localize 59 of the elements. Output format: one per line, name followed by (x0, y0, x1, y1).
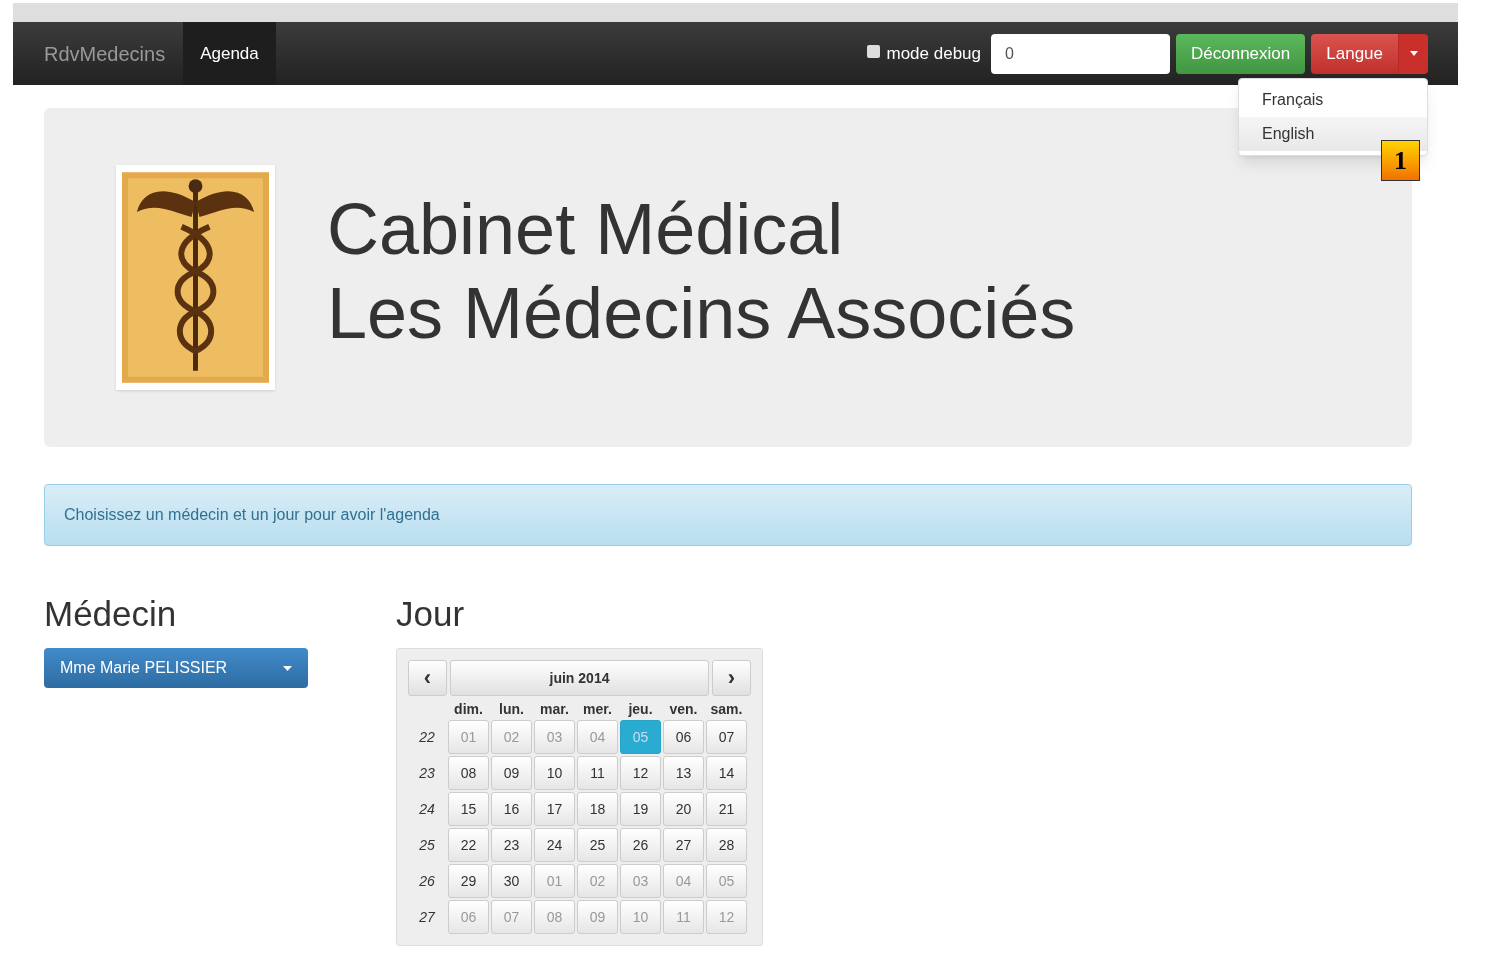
day-button[interactable]: 29 (448, 864, 489, 898)
day-button[interactable]: 12 (620, 756, 661, 790)
dropdown-toggle[interactable] (1398, 33, 1428, 74)
weekday-label: ven. (668, 700, 699, 719)
day-button[interactable]: 20 (663, 792, 704, 826)
previous-month-button[interactable]: ‹ (408, 660, 447, 696)
brand-link[interactable]: RdvMedecins (44, 38, 166, 69)
day-button[interactable]: 15 (448, 792, 489, 826)
day-button[interactable]: 23 (491, 828, 532, 862)
week-number: 25 (418, 835, 436, 855)
day-button[interactable]: 10 (534, 756, 575, 790)
day-button[interactable]: 30 (491, 864, 532, 898)
week-number: 23 (418, 763, 436, 783)
day-button[interactable]: 26 (620, 828, 661, 862)
debug-label: mode debug (886, 42, 981, 65)
menu-item[interactable]: English (1239, 116, 1427, 151)
day-button[interactable]: 14 (706, 756, 747, 790)
nav-link[interactable]: Agenda (183, 22, 276, 85)
day-button[interactable]: 09 (491, 756, 532, 790)
weekday-label: lun. (498, 700, 525, 719)
day-button[interactable]: 16 (491, 792, 532, 826)
jumbotron-title: Cabinet Médical (327, 187, 845, 271)
next-month-button[interactable]: › (712, 660, 751, 696)
day-button[interactable]: 24 (534, 828, 575, 862)
day-button[interactable]: 19 (620, 792, 661, 826)
weekday-label: jeu. (627, 700, 654, 719)
day-button[interactable]: 18 (577, 792, 618, 826)
weekday-label: mar. (539, 700, 570, 719)
day-button[interactable]: 07 (706, 720, 747, 754)
week-number: 27 (418, 907, 436, 927)
day-button[interactable]: 21 (706, 792, 747, 826)
day-heading: Jour (396, 594, 466, 634)
day-button[interactable]: 17 (534, 792, 575, 826)
day-button[interactable]: 08 (448, 756, 489, 790)
day-button[interactable]: 22 (448, 828, 489, 862)
debug-checkbox[interactable] (867, 45, 881, 58)
weekday-label: mer. (582, 700, 613, 719)
day-button[interactable]: 28 (706, 828, 747, 862)
weekday-label: dim. (453, 700, 484, 719)
step-badge: 1 (1381, 140, 1420, 181)
doctor-select[interactable]: Mme Marie PELISSIER (44, 648, 308, 688)
language-button[interactable]: Langue (1311, 33, 1398, 74)
day-button[interactable]: 25 (577, 828, 618, 862)
weekday-label: sam. (709, 700, 744, 719)
alert-text: Choisissez un médecin et un jour pour avoir l'agenda (64, 505, 440, 525)
week-number: 22 (418, 727, 436, 747)
caret-icon (283, 665, 292, 671)
day-button[interactable]: 13 (663, 756, 704, 790)
menu-item[interactable]: Français (1239, 82, 1427, 117)
day-button[interactable]: 06 (663, 720, 704, 754)
day-button[interactable]: 11 (577, 756, 618, 790)
caret-icon (1409, 51, 1418, 56)
doctor-heading: Médecin (44, 594, 178, 634)
jumbotron-title: Les Médecins Associés (327, 271, 1076, 355)
month-button[interactable]: juin 2014 (450, 660, 709, 696)
day-button[interactable]: 27 (663, 828, 704, 862)
week-number: 26 (418, 871, 436, 891)
week-number: 24 (418, 799, 436, 819)
input-field[interactable]: 0 (991, 33, 1170, 74)
